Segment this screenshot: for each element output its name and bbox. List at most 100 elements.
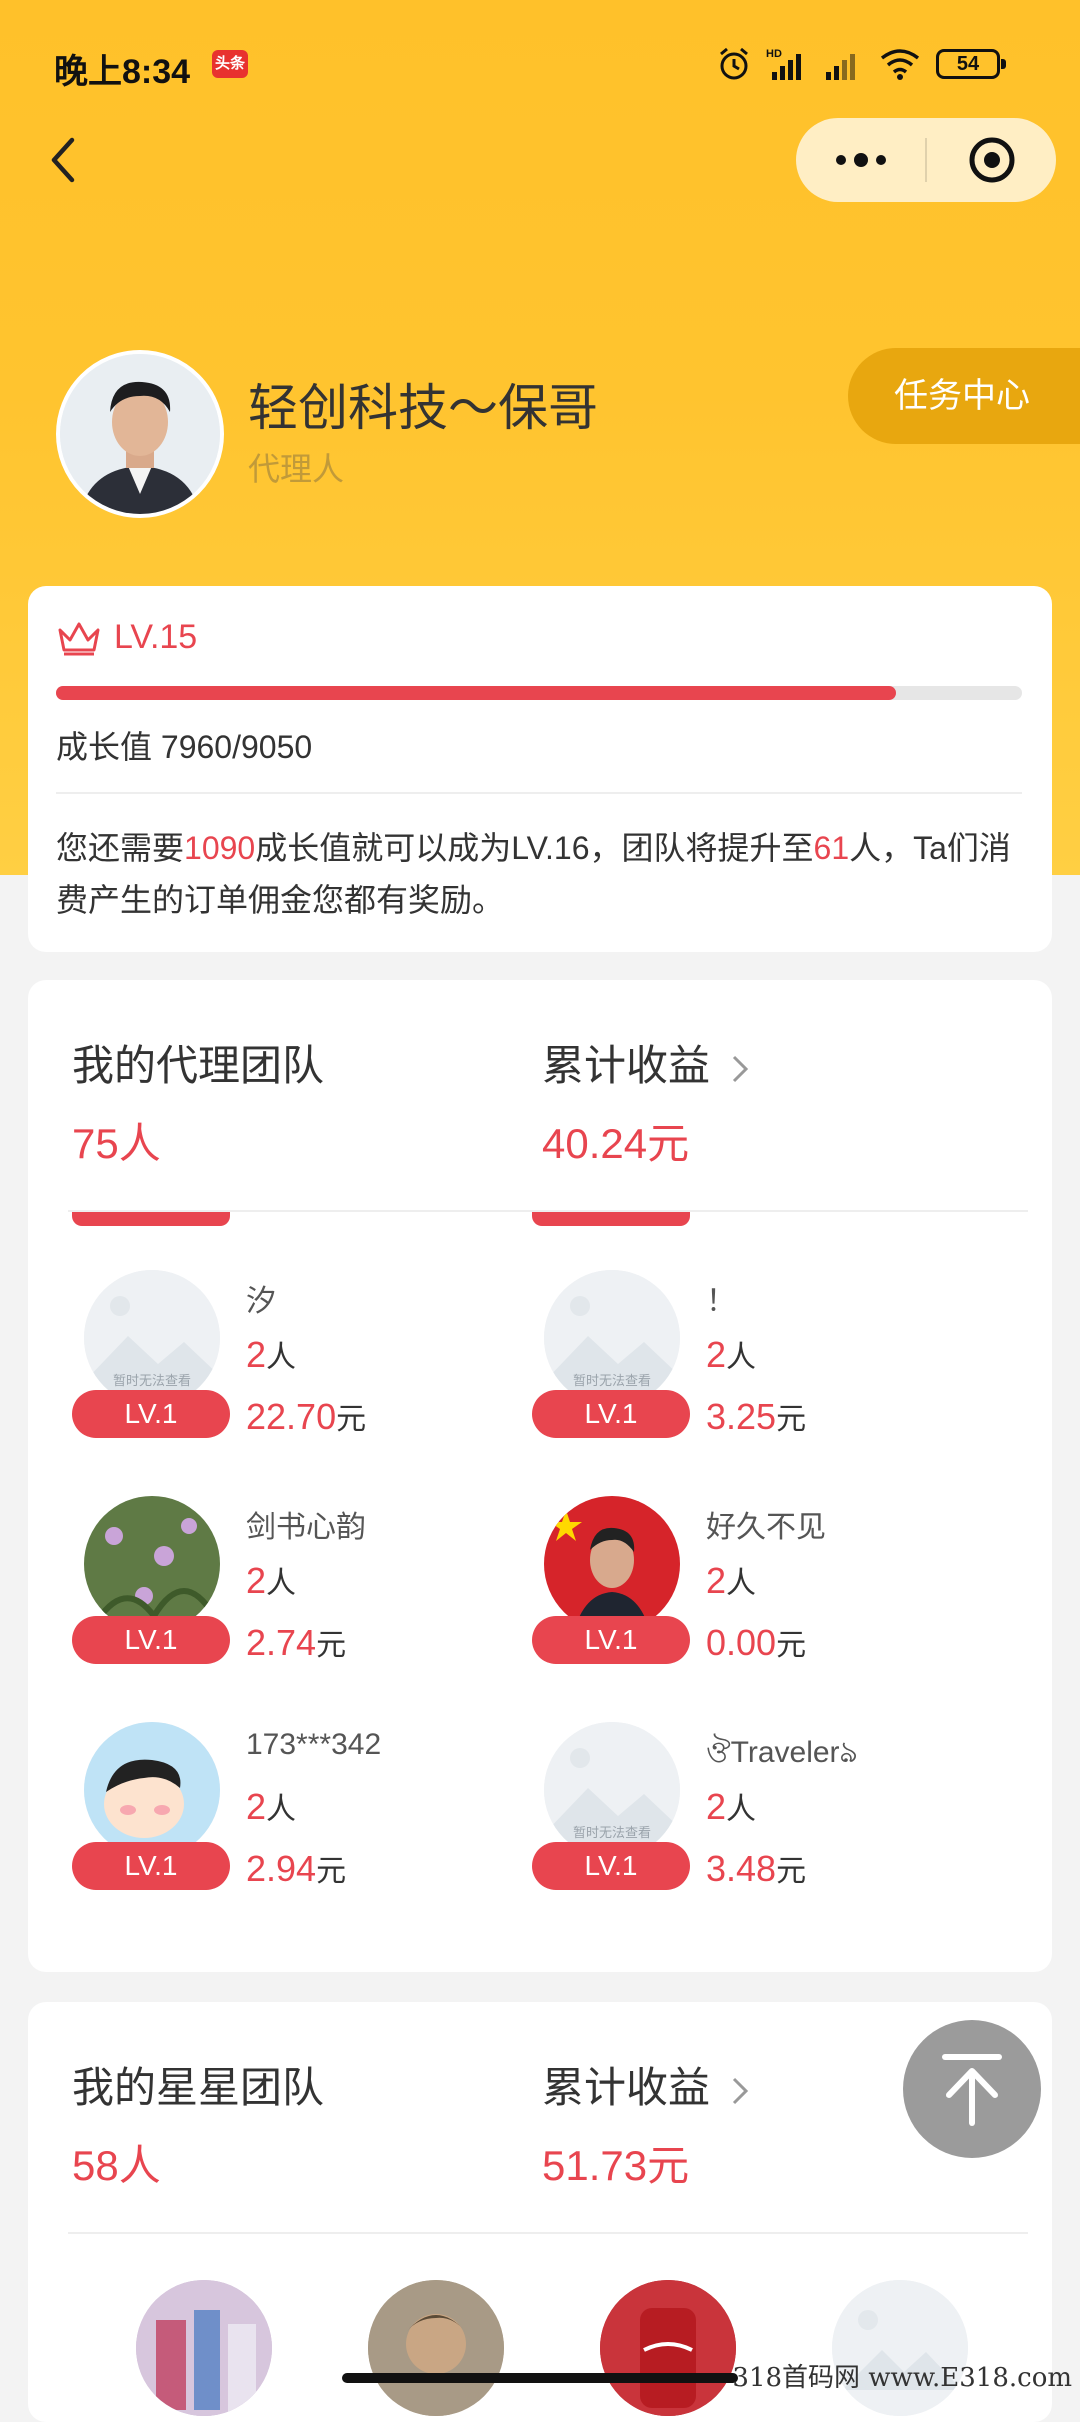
amount-value: 3.25 xyxy=(706,1396,777,1437)
arrow-up-to-top-icon xyxy=(942,2054,1002,2126)
member-level-badge: LV.1 xyxy=(532,1842,690,1890)
user-portrait-icon xyxy=(60,354,220,514)
avatar-placeholder-text: 暂时无法查看 xyxy=(572,1825,651,1840)
amount-unit: 元 xyxy=(316,1629,347,1662)
agent-earnings-link[interactable]: 累计收益 xyxy=(542,1032,752,1093)
member-team-count: 2人 xyxy=(246,1784,296,1828)
desc-need-value: 1090 xyxy=(184,830,256,866)
divider xyxy=(56,792,1022,794)
target-circle-icon xyxy=(969,137,1014,183)
member-avatar xyxy=(84,1722,220,1858)
amount-value: 3.48 xyxy=(706,1848,777,1889)
member-item[interactable]: 暂时无法查看 LV.1 汐 2人 22.70元 xyxy=(72,1270,532,1470)
amount-unit: 元 xyxy=(336,1403,367,1436)
growth-progress-fill xyxy=(56,686,897,700)
flag-portrait-icon xyxy=(544,1496,680,1632)
more-button[interactable] xyxy=(796,118,925,202)
member-earnings: 3.48元 xyxy=(706,1846,806,1890)
level-badge-partial xyxy=(532,1212,690,1226)
member-avatar: 暂时无法查看 xyxy=(544,1722,680,1858)
member-name: 173***342 xyxy=(246,1728,382,1761)
battery-indicator: 54 xyxy=(936,49,1006,79)
amount-unit: 元 xyxy=(776,1855,807,1888)
wifi-icon xyxy=(880,49,920,80)
member-avatar xyxy=(84,1496,220,1632)
count-unit: 人 xyxy=(266,1793,297,1826)
count-value: 2 xyxy=(246,1786,267,1827)
star-earnings-title: 累计收益 xyxy=(542,2064,711,2111)
count-unit: 人 xyxy=(726,1793,757,1826)
member-team-count: 2人 xyxy=(706,1558,756,1602)
star-member-avatar[interactable] xyxy=(832,2280,968,2416)
level-row: LV.15 xyxy=(56,618,197,657)
more-dots-icon xyxy=(835,153,886,167)
count-value: 2 xyxy=(246,1334,267,1375)
avatar-placeholder-text: 暂时无法查看 xyxy=(572,1373,651,1388)
user-avatar[interactable] xyxy=(56,350,224,518)
count-unit: 人 xyxy=(266,1341,297,1374)
count-value: 2 xyxy=(706,1560,727,1601)
member-item[interactable]: 暂时无法查看 LV.1 ！ 2人 3.25元 xyxy=(532,1270,992,1470)
member-earnings: 2.94元 xyxy=(246,1846,346,1890)
member-level-badge: LV.1 xyxy=(72,1616,230,1664)
count-value: 2 xyxy=(246,1560,267,1601)
count-value: 2 xyxy=(706,1334,727,1375)
user-name: 轻创科技～保哥 xyxy=(248,380,598,436)
member-level-badge: LV.1 xyxy=(72,1842,230,1890)
member-avatar xyxy=(544,1496,680,1632)
scroll-to-top-button[interactable] xyxy=(903,2020,1041,2158)
star-member-avatar[interactable] xyxy=(368,2280,504,2416)
task-center-button[interactable]: 任务中心 xyxy=(848,348,1080,444)
agent-team-count: 75人 xyxy=(72,1120,161,1167)
star-team-title: 我的星星团队 xyxy=(72,2064,325,2111)
member-team-count: 2人 xyxy=(706,1332,756,1376)
level-upgrade-description: 您还需要1090成长值就可以成为LV.16，团队将提升至61人，Ta们消费产生的… xyxy=(56,822,1036,926)
member-name: ！ xyxy=(706,1285,736,1318)
amount-unit: 元 xyxy=(776,1403,807,1436)
agent-earnings-value: 40.24元 xyxy=(542,1120,690,1167)
count-unit: 人 xyxy=(726,1341,757,1374)
member-earnings: 2.74元 xyxy=(246,1620,346,1664)
level-label: LV.15 xyxy=(114,618,198,656)
amount-unit: 元 xyxy=(316,1855,347,1888)
member-avatar: 暂时无法查看 xyxy=(544,1270,680,1406)
member-earnings: 0.00元 xyxy=(706,1620,806,1664)
member-name: 好久不见 xyxy=(706,1511,826,1544)
amount-value: 0.00 xyxy=(706,1622,777,1663)
member-item[interactable]: 暂时无法查看 LV.1 ঔTravelerঌ 2人 3.48元 xyxy=(532,1722,992,1922)
member-name: ঔTravelerঌ xyxy=(706,1736,858,1769)
home-indicator[interactable] xyxy=(342,2373,738,2383)
growth-progress-bar xyxy=(56,686,1022,700)
star-member-avatar[interactable] xyxy=(136,2280,272,2416)
star-team-count: 58人 xyxy=(72,2142,161,2189)
divider xyxy=(68,2232,1028,2234)
member-team-count: 2人 xyxy=(246,1558,296,1602)
count-value: 2 xyxy=(706,1786,727,1827)
alarm-icon xyxy=(720,47,748,80)
member-item[interactable]: LV.1 好久不见 2人 0.00元 xyxy=(532,1496,992,1696)
member-item[interactable]: LV.1 173***342 2人 2.94元 xyxy=(72,1722,532,1922)
desc-prefix: 您还需要 xyxy=(56,830,185,866)
level-badge-partial xyxy=(72,1212,230,1226)
agent-earnings-title: 累计收益 xyxy=(542,1042,711,1089)
watermark: 318首码网 www.E318.com xyxy=(732,2363,1072,2393)
network-label: HD xyxy=(766,48,782,60)
star-earnings-link[interactable]: 累计收益 xyxy=(542,2054,752,2115)
back-button[interactable] xyxy=(40,130,90,190)
status-icons: HD 54 xyxy=(716,44,1006,84)
star-member-avatar[interactable] xyxy=(600,2280,736,2416)
cartoon-avatar-icon xyxy=(84,1722,220,1858)
desc-mid: 成长值就可以成为LV.16，团队将提升至 xyxy=(255,830,814,866)
level-card: LV.15 成长值 7960/9050 您还需要1090成长值就可以成为LV.1… xyxy=(28,586,1052,952)
count-unit: 人 xyxy=(266,1567,297,1600)
member-level-badge: LV.1 xyxy=(532,1616,690,1664)
desc-team-value: 61 xyxy=(813,830,850,866)
member-item[interactable]: LV.1 剑书心韵 2人 2.74元 xyxy=(72,1496,532,1696)
user-role: 代理人 xyxy=(248,451,345,487)
member-team-count: 2人 xyxy=(706,1784,756,1828)
crown-icon xyxy=(58,622,100,655)
toutiao-app-badge: 头条 xyxy=(212,50,248,78)
status-bar: 晚上8:34 头条 HD 54 xyxy=(0,0,1080,120)
amount-value: 2.74 xyxy=(246,1622,317,1663)
close-mini-program-button[interactable] xyxy=(927,118,1056,202)
